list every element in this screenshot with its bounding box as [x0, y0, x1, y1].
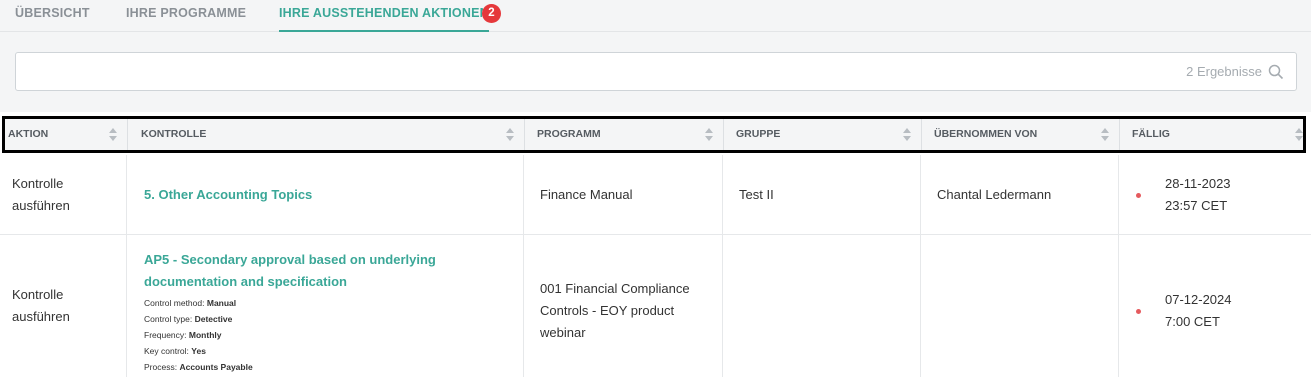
detail-process: Process: Accounts Payable [144, 362, 253, 372]
sort-icon[interactable] [1295, 128, 1303, 142]
tab-ihre-programme[interactable]: IHRE PROGRAMME [126, 6, 246, 20]
cell-uebernommen-von [921, 235, 1119, 377]
sort-icon[interactable] [705, 128, 713, 142]
table-row: Kontrolle ausführen AP5 - Secondary appr… [0, 235, 1311, 377]
cell-aktion: Kontrolle ausführen [0, 235, 127, 377]
col-header-programm[interactable]: PROGRAMM [525, 119, 724, 150]
cell-gruppe [723, 235, 921, 377]
search-icon[interactable] [1268, 64, 1284, 80]
pending-count-badge: 2 [482, 4, 501, 23]
col-header-gruppe[interactable]: GRUPPE [724, 119, 922, 150]
detail-control-method: Control method: Manual [144, 298, 237, 308]
control-link[interactable]: AP5 - Secondary approval based on underl… [144, 249, 493, 293]
table-row: Kontrolle ausführen 5. Other Accounting … [0, 155, 1311, 235]
results-count: 2 Ergebnisse [1186, 64, 1262, 79]
col-header-uebernommen-von[interactable]: ÜBERNOMMEN VON [922, 119, 1120, 150]
sort-icon[interactable] [506, 128, 514, 142]
tab-bar: ÜBERSICHT IHRE PROGRAMME IHRE AUSSTEHEND… [0, 0, 1311, 32]
cell-faellig: 07-12-2024 7:00 CET [1119, 235, 1311, 377]
due-status-dot [1136, 192, 1141, 198]
control-link[interactable]: 5. Other Accounting Topics [144, 187, 312, 202]
cell-programm: 001 Financial Compliance Controls - EOY … [524, 235, 723, 377]
control-details: Control method: Manual Control type: Det… [144, 295, 493, 375]
tab-uebersicht[interactable]: ÜBERSICHT [15, 6, 90, 20]
due-status-dot [1136, 309, 1141, 314]
col-header-faellig[interactable]: FÄLLIG [1120, 119, 1303, 150]
detail-frequency: Frequency: Monthly [144, 330, 222, 340]
cell-gruppe: Test II [723, 155, 921, 234]
sort-icon[interactable] [109, 128, 117, 142]
sort-icon[interactable] [903, 128, 911, 142]
cell-aktion: Kontrolle ausführen [0, 155, 127, 234]
cell-uebernommen-von: Chantal Ledermann [921, 155, 1119, 234]
detail-key-control: Key control: Yes [144, 346, 206, 356]
cell-kontrolle: AP5 - Secondary approval based on underl… [127, 235, 524, 377]
search-input[interactable] [16, 53, 1296, 90]
cell-faellig: 28-11-2023 23:57 CET [1119, 155, 1311, 234]
detail-control-type: Control type: Detective [144, 314, 233, 324]
col-header-kontrolle[interactable]: KONTROLLE [128, 119, 525, 150]
col-header-aktion[interactable]: AKTION [5, 119, 128, 150]
table-header: AKTION KONTROLLE PROGRAMM GRUPPE ÜBERNOM… [2, 116, 1306, 153]
tab-ausstehende-aktionen[interactable]: IHRE AUSSTEHENDEN AKTIONEN [279, 6, 489, 32]
sort-icon[interactable] [1101, 128, 1109, 142]
cell-programm: Finance Manual [524, 155, 723, 234]
search-box: 2 Ergebnisse [15, 52, 1297, 91]
cell-kontrolle: 5. Other Accounting Topics [127, 155, 524, 234]
